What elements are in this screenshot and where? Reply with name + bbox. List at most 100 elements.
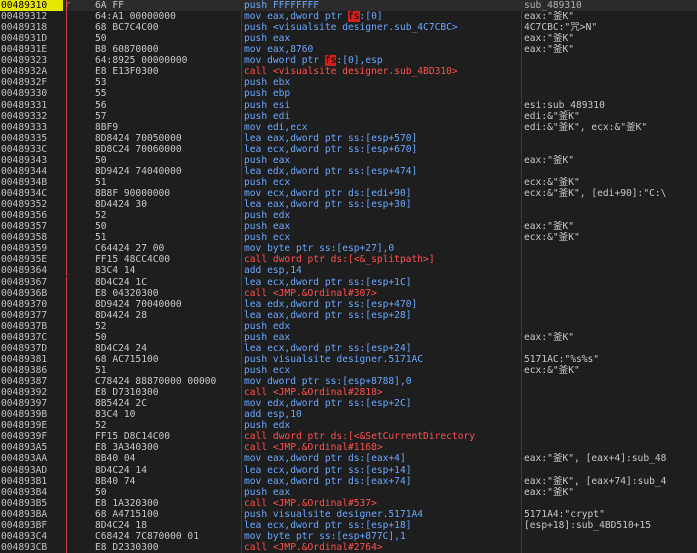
comment-cell[interactable] bbox=[524, 431, 697, 442]
address-cell[interactable]: 0048937D bbox=[0, 343, 63, 354]
comment-cell[interactable] bbox=[524, 254, 697, 265]
comment-cell[interactable]: eax:"釜K" bbox=[524, 155, 697, 166]
address-cell[interactable]: 004893CB bbox=[0, 542, 63, 553]
instruction-row[interactable]: 00489323 64:8925 00000000 mov dword ptr fs… bbox=[0, 55, 697, 67]
comment-cell[interactable]: ecx:&"釜K", [edi+90]:"C:\ bbox=[524, 188, 697, 199]
instruction-row[interactable]: 00489364 83C4 14 add esp,14 bbox=[0, 265, 697, 277]
instruction-row[interactable]: 00489397 8B5424 2C mov edx,dword ptr ss:[e… bbox=[0, 398, 697, 410]
address-cell[interactable]: 00489377 bbox=[0, 310, 63, 321]
instruction-row[interactable]: 0048937D 8D4C24 24 lea ecx,dword ptr ss:[e… bbox=[0, 342, 697, 354]
address-cell[interactable]: 00489358 bbox=[0, 232, 63, 243]
disassembly-view[interactable]: 00489310 r 6A FF push FFFFFFFF sub_489310 004… bbox=[0, 0, 697, 553]
address-cell[interactable]: 00489381 bbox=[0, 354, 63, 365]
instruction-row[interactable]: 004893C4 C68424 7C870000 01 mov byte ptr s… bbox=[0, 530, 697, 542]
address-cell[interactable]: 00489312 bbox=[0, 11, 63, 22]
comment-cell[interactable]: esi:sub_489310 bbox=[524, 100, 697, 111]
instruction-text[interactable]: push edx bbox=[244, 210, 521, 221]
instruction-row[interactable]: 0048932A E8 E13F0300 call <visualsite desi… bbox=[0, 66, 697, 78]
instruction-text[interactable]: push ecx bbox=[244, 232, 521, 243]
address-cell[interactable]: 0048939B bbox=[0, 409, 63, 420]
instruction-text[interactable]: mov dword ptr ss:[esp+8788],0 bbox=[244, 376, 521, 387]
instruction-text[interactable]: add esp,10 bbox=[244, 409, 521, 420]
instruction-row[interactable]: 004893BA 68 A4715100 push visualsite desig… bbox=[0, 508, 697, 520]
address-cell[interactable]: 00489343 bbox=[0, 155, 63, 166]
instruction-row[interactable]: 004893AD 8D4C24 14 lea ecx,dword ptr ss:[e… bbox=[0, 464, 697, 476]
comment-cell[interactable]: eax:"釜K", [eax+4]:sub_48 bbox=[524, 453, 697, 464]
comment-cell[interactable] bbox=[524, 66, 697, 77]
comment-cell[interactable] bbox=[524, 376, 697, 387]
comment-cell[interactable] bbox=[524, 343, 697, 354]
instruction-text[interactable]: lea ecx,dword ptr ss:[esp+18] bbox=[244, 520, 521, 531]
instruction-text[interactable]: push edx bbox=[244, 321, 521, 332]
instruction-text[interactable]: lea eax,dword ptr ss:[esp+30] bbox=[244, 199, 521, 210]
address-cell[interactable]: 00489392 bbox=[0, 387, 63, 398]
instruction-text[interactable]: call <JMP.&Ordinal#1168> bbox=[244, 442, 521, 453]
instruction-row[interactable]: 004893A5 E8 3A340300 call <JMP.&Ordinal#11… bbox=[0, 442, 697, 454]
comment-cell[interactable] bbox=[524, 277, 697, 288]
comment-cell[interactable] bbox=[524, 144, 697, 155]
instruction-text[interactable]: push ecx bbox=[244, 177, 521, 188]
comment-cell[interactable]: 5171A4:"crypt" bbox=[524, 509, 697, 520]
comment-cell[interactable] bbox=[524, 243, 697, 254]
instruction-row[interactable]: 004893B5 E8 1A320300 call <JMP.&Ordinal#53… bbox=[0, 497, 697, 509]
address-cell[interactable]: 0048937C bbox=[0, 332, 63, 343]
instruction-text[interactable]: add esp,14 bbox=[244, 265, 521, 276]
instruction-row[interactable]: 00489370 8D9424 70040000 lea edx,dword ptr… bbox=[0, 298, 697, 310]
instruction-text[interactable]: push visualsite designer.5171AC bbox=[244, 354, 521, 365]
instruction-text[interactable]: push ebx bbox=[244, 77, 521, 88]
instruction-text[interactable]: lea edx,dword ptr ss:[esp+474] bbox=[244, 166, 521, 177]
instruction-row[interactable]: 00489352 8D4424 30 lea eax,dword ptr ss:[e… bbox=[0, 199, 697, 211]
instruction-row[interactable]: 0048939B 83C4 10 add esp,10 bbox=[0, 409, 697, 421]
instruction-row[interactable]: 0048934B 51 push ecx ecx:&"釜K" bbox=[0, 176, 697, 188]
address-cell[interactable]: 00489387 bbox=[0, 376, 63, 387]
address-cell[interactable]: 0048939F bbox=[0, 431, 63, 442]
instruction-text[interactable]: push edi bbox=[244, 111, 521, 122]
comment-cell[interactable] bbox=[524, 299, 697, 310]
instruction-text[interactable]: call dword ptr ds:[<&_splitpath>] bbox=[244, 254, 521, 265]
instruction-text[interactable]: lea ecx,dword ptr ss:[esp+670] bbox=[244, 144, 521, 155]
instruction-row[interactable]: 0048939E 52 push edx bbox=[0, 420, 697, 432]
address-cell[interactable]: 00489344 bbox=[0, 166, 63, 177]
instruction-text[interactable]: call <visualsite designer.sub_4BD310> bbox=[244, 66, 521, 77]
instruction-text[interactable]: mov eax,dword ptr fs:[0] bbox=[244, 11, 521, 23]
address-cell[interactable]: 00489397 bbox=[0, 398, 63, 409]
comment-cell[interactable] bbox=[524, 55, 697, 66]
instruction-row[interactable]: 00489312 64:A1 00000000 mov eax,dword ptr … bbox=[0, 11, 697, 23]
address-cell[interactable]: 00489357 bbox=[0, 221, 63, 232]
comment-cell[interactable] bbox=[524, 531, 697, 542]
instruction-text[interactable]: call <JMP.&Ordinal#2764> bbox=[244, 542, 521, 553]
instruction-text[interactable]: mov byte ptr ss:[esp+27],0 bbox=[244, 243, 521, 254]
instruction-row[interactable]: 00489343 50 push eax eax:"釜K" bbox=[0, 154, 697, 166]
instruction-row[interactable]: 00489335 8D8424 70050000 lea eax,dword ptr… bbox=[0, 132, 697, 144]
address-cell[interactable]: 004893BF bbox=[0, 520, 63, 531]
comment-cell[interactable]: 5171AC:"%s%s" bbox=[524, 354, 697, 365]
instruction-row[interactable]: 004893B4 50 push eax eax:"釜K" bbox=[0, 486, 697, 498]
instruction-text[interactable]: push visualsite designer.5171A4 bbox=[244, 509, 521, 520]
comment-cell[interactable] bbox=[524, 288, 697, 299]
comment-cell[interactable] bbox=[524, 77, 697, 88]
instruction-text[interactable]: push eax bbox=[244, 221, 521, 232]
instruction-text[interactable]: mov eax,8760 bbox=[244, 44, 521, 55]
instruction-text[interactable]: mov eax,dword ptr ds:[eax+74] bbox=[244, 476, 521, 487]
instruction-text[interactable]: mov edi,ecx bbox=[244, 122, 521, 133]
instruction-text[interactable]: push eax bbox=[244, 487, 521, 498]
address-cell[interactable]: 00489330 bbox=[0, 88, 63, 99]
address-cell[interactable]: 00489332 bbox=[0, 111, 63, 122]
instruction-text[interactable]: mov byte ptr ss:[esp+877C],1 bbox=[244, 531, 521, 542]
instruction-text[interactable]: lea ecx,dword ptr ss:[esp+14] bbox=[244, 465, 521, 476]
address-cell[interactable]: 0048934B bbox=[0, 177, 63, 188]
instruction-text[interactable]: call <JMP.&Ordinal#2818> bbox=[244, 387, 521, 398]
instruction-text[interactable]: push FFFFFFFF bbox=[244, 0, 521, 11]
comment-cell[interactable]: [esp+18]:sub_4BD510+15 bbox=[524, 520, 697, 531]
instruction-row[interactable]: 0048933C 8D8C24 70060000 lea ecx,dword ptr… bbox=[0, 143, 697, 155]
address-cell[interactable]: 0048931D bbox=[0, 33, 63, 44]
comment-cell[interactable] bbox=[524, 310, 697, 321]
instruction-row[interactable]: 00489331 56 push esi esi:sub_489310 bbox=[0, 99, 697, 111]
instruction-text[interactable]: push eax bbox=[244, 33, 521, 44]
instruction-row[interactable]: 0048934C 8B8F 90000000 mov ecx,dword ptr d… bbox=[0, 188, 697, 200]
address-cell[interactable]: 0048939E bbox=[0, 420, 63, 431]
comment-cell[interactable]: eax:"釜K" bbox=[524, 221, 697, 232]
address-cell[interactable]: 004893B4 bbox=[0, 487, 63, 498]
address-cell[interactable]: 00489352 bbox=[0, 199, 63, 210]
comment-cell[interactable] bbox=[524, 409, 697, 420]
